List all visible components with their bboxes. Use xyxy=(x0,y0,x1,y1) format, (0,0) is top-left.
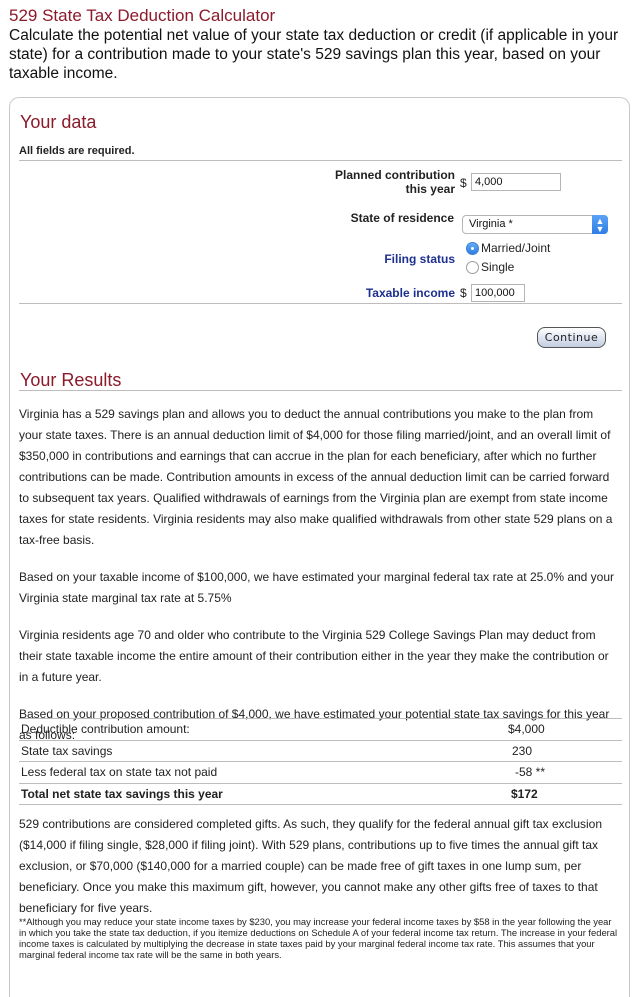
select-stepper-icon: ▲ ▼ xyxy=(592,215,608,234)
page-title: 529 State Tax Deduction Calculator xyxy=(9,6,276,25)
row-value: $172 xyxy=(508,783,622,805)
results-body: Virginia has a 529 savings plan and allo… xyxy=(19,404,619,762)
filing-option-married-joint[interactable]: Married/Joint xyxy=(466,241,550,255)
page-description: Calculate the potential net value of you… xyxy=(9,27,619,82)
footnote: **Although you may reduce your state inc… xyxy=(19,916,618,960)
radio-unchecked-icon[interactable] xyxy=(466,260,479,274)
calculator-panel: Your data All fields are required. Plann… xyxy=(9,97,630,997)
radio-checked-icon[interactable] xyxy=(466,241,479,255)
table-row: Less federal tax on state tax not paid -… xyxy=(19,761,622,784)
row-value: 230 xyxy=(508,740,622,762)
state-selected-value: Virginia * xyxy=(469,218,513,230)
divider xyxy=(19,160,622,161)
divider xyxy=(19,303,622,304)
your-data-heading: Your data xyxy=(20,112,97,132)
row-value: -58 ** xyxy=(508,761,622,784)
row-value: $4,000 xyxy=(508,718,622,741)
table-row: Deductible contribution amount: $4,000 xyxy=(19,718,622,741)
currency-symbol: $ xyxy=(460,286,467,300)
row-label: Deductible contribution amount: xyxy=(19,718,508,741)
filing-option-single[interactable]: Single xyxy=(466,260,514,274)
continue-button[interactable]: Continue xyxy=(537,327,606,348)
gift-tax-paragraph: 529 contributions are considered complet… xyxy=(19,817,603,915)
state-select[interactable]: Virginia * ▲ ▼ xyxy=(462,215,608,234)
taxable-income-input[interactable] xyxy=(471,284,525,302)
contribution-label-line1: Planned contribution xyxy=(335,168,455,182)
filing-option-label: Single xyxy=(481,260,515,274)
contribution-label-line2: this year xyxy=(405,182,455,196)
savings-table: Deductible contribution amount: $4,000 S… xyxy=(19,718,622,805)
your-results-heading: Your Results xyxy=(20,370,122,390)
results-paragraph: Based on your taxable income of $100,000… xyxy=(19,570,615,605)
row-label: State tax savings xyxy=(19,740,508,762)
filing-option-label: Married/Joint xyxy=(481,241,551,255)
results-paragraph: Virginia residents age 70 and older who … xyxy=(19,628,609,684)
contribution-label: Planned contribution this year xyxy=(310,168,455,196)
taxable-income-label: Taxable income xyxy=(365,286,455,300)
state-label: State of residence xyxy=(350,211,454,225)
table-row: State tax savings 230 xyxy=(19,740,622,762)
filing-status-label: Filing status xyxy=(384,252,455,266)
results-paragraph: Virginia has a 529 savings plan and allo… xyxy=(19,407,613,547)
contribution-input[interactable] xyxy=(471,173,561,191)
row-label: Less federal tax on state tax not paid xyxy=(19,761,508,784)
row-label: Total net state tax savings this year xyxy=(19,783,508,805)
currency-symbol: $ xyxy=(460,176,467,190)
table-row-total: Total net state tax savings this year $1… xyxy=(19,783,622,805)
divider xyxy=(19,390,622,391)
required-note: All fields are required. xyxy=(19,145,135,157)
